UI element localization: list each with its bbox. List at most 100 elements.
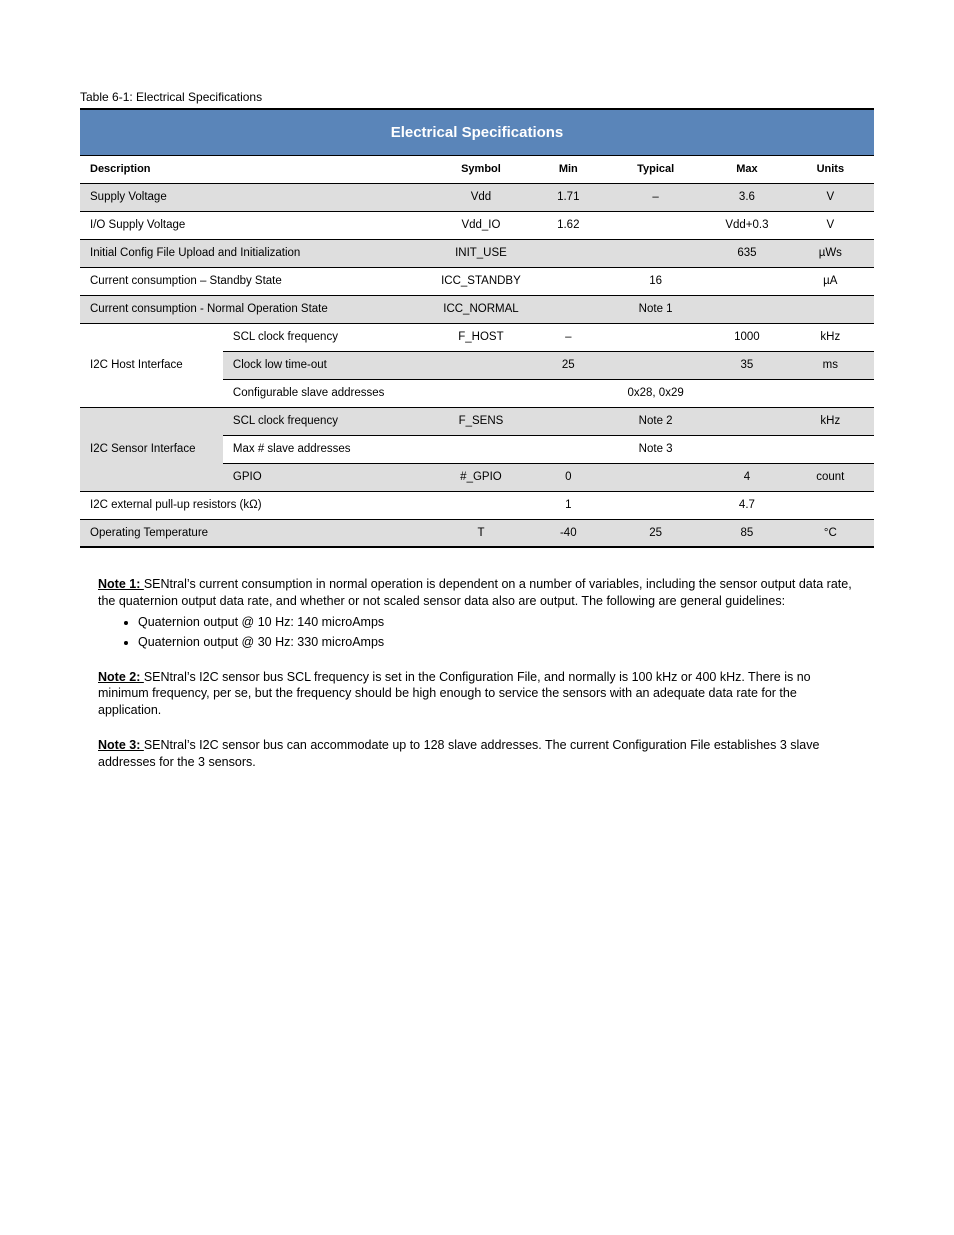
cell: – — [604, 183, 707, 211]
footnote-1-li2: Quaternion output @ 30 Hz: 330 microAmps — [138, 634, 856, 651]
table-row: I2C Host Interface SCL clock frequency F… — [80, 323, 874, 351]
cell — [604, 351, 707, 379]
cell: I2C external pull-up resistors (kΩ) — [80, 491, 429, 519]
cell: 25 — [533, 351, 604, 379]
cell — [533, 435, 604, 463]
footnote-3-lead: Note 3: — [98, 738, 144, 752]
cell — [533, 295, 604, 323]
cell: 3.6 — [707, 183, 786, 211]
cell — [787, 435, 874, 463]
cell: ICC_STANDBY — [429, 267, 532, 295]
cell: kHz — [787, 323, 874, 351]
table-row: Operating Temperature T -40 25 85 °C — [80, 519, 874, 547]
cell: INIT_USE — [429, 239, 532, 267]
cell: 85 — [707, 519, 786, 547]
table-row: Supply Voltage Vdd 1.71 – 3.6 V — [80, 183, 874, 211]
cell — [429, 491, 532, 519]
cell — [787, 379, 874, 407]
footnote-3-body: SENtral’s I2C sensor bus can accommodate… — [98, 738, 819, 769]
cell: SCL clock frequency — [223, 407, 429, 435]
header-description: Description — [80, 155, 429, 183]
table-row: I2C external pull-up resistors (kΩ) 1 4.… — [80, 491, 874, 519]
cell: 0 — [533, 463, 604, 491]
cell — [604, 239, 707, 267]
cell — [604, 463, 707, 491]
header-symbol: Symbol — [429, 155, 532, 183]
cell: 1 — [533, 491, 604, 519]
cell: Supply Voltage — [80, 183, 429, 211]
cell — [429, 379, 532, 407]
cell — [533, 407, 604, 435]
table-banner: Electrical Specifications — [80, 109, 874, 155]
cell — [533, 379, 604, 407]
cell: Configurable slave addresses — [223, 379, 429, 407]
cell — [787, 491, 874, 519]
cell — [787, 295, 874, 323]
table-row: I2C Sensor Interface SCL clock frequency… — [80, 407, 874, 435]
cell: 1000 — [707, 323, 786, 351]
group-sensor-label: I2C Sensor Interface — [80, 407, 223, 491]
cell — [604, 323, 707, 351]
footnote-1-lead: Note 1: — [98, 577, 144, 591]
cell: 4.7 — [707, 491, 786, 519]
cell: -40 — [533, 519, 604, 547]
cell — [707, 379, 786, 407]
cell: GPIO — [223, 463, 429, 491]
cell — [533, 239, 604, 267]
cell: Vdd — [429, 183, 532, 211]
cell: °C — [787, 519, 874, 547]
cell: 4 — [707, 463, 786, 491]
cell: Note 2 — [604, 407, 707, 435]
table-row: I/O Supply Voltage Vdd_IO 1.62 Vdd+0.3 V — [80, 211, 874, 239]
table-row: Current consumption – Standby State ICC_… — [80, 267, 874, 295]
footnote-3: Note 3: SENtral’s I2C sensor bus can acc… — [98, 737, 856, 771]
footnote-2-body: SENtral’s I2C sensor bus SCL frequency i… — [98, 670, 811, 718]
cell — [533, 267, 604, 295]
cell: 1.71 — [533, 183, 604, 211]
footnote-1: Note 1: SENtral’s current consumption in… — [98, 576, 856, 651]
cell: V — [787, 183, 874, 211]
cell: Note 3 — [604, 435, 707, 463]
cell: T — [429, 519, 532, 547]
cell: kHz — [787, 407, 874, 435]
cell: µWs — [787, 239, 874, 267]
cell: F_SENS — [429, 407, 532, 435]
cell — [429, 435, 532, 463]
cell: 25 — [604, 519, 707, 547]
header-units: Units — [787, 155, 874, 183]
header-typical: Typical — [604, 155, 707, 183]
cell: Operating Temperature — [80, 519, 429, 547]
cell: F_HOST — [429, 323, 532, 351]
table-row: Current consumption - Normal Operation S… — [80, 295, 874, 323]
cell: #_GPIO — [429, 463, 532, 491]
cell: Clock low time-out — [223, 351, 429, 379]
cell: 635 — [707, 239, 786, 267]
cell — [604, 491, 707, 519]
cell: V — [787, 211, 874, 239]
cell: Initial Config File Upload and Initializ… — [80, 239, 429, 267]
cell: – — [533, 323, 604, 351]
cell: 16 — [604, 267, 707, 295]
group-host-label: I2C Host Interface — [80, 323, 223, 407]
header-min: Min — [533, 155, 604, 183]
cell: count — [787, 463, 874, 491]
cell: 1.62 — [533, 211, 604, 239]
cell: 35 — [707, 351, 786, 379]
cell: Current consumption - Normal Operation S… — [80, 295, 429, 323]
footnote-2: Note 2: SENtral’s I2C sensor bus SCL fre… — [98, 669, 856, 720]
footnotes-block: Note 1: SENtral’s current consumption in… — [80, 576, 874, 771]
cell — [707, 435, 786, 463]
cell: µA — [787, 267, 874, 295]
cell — [707, 267, 786, 295]
cell: I/O Supply Voltage — [80, 211, 429, 239]
cell: Vdd_IO — [429, 211, 532, 239]
footnote-1-body: SENtral’s current consumption in normal … — [98, 577, 852, 608]
table-caption: Table 6-1: Electrical Specifications — [80, 90, 874, 104]
cell: Vdd+0.3 — [707, 211, 786, 239]
cell: Note 1 — [604, 295, 707, 323]
cell — [604, 211, 707, 239]
cell: ICC_NORMAL — [429, 295, 532, 323]
table-row: Initial Config File Upload and Initializ… — [80, 239, 874, 267]
cell: 0x28, 0x29 — [604, 379, 707, 407]
footnote-2-lead: Note 2: — [98, 670, 144, 684]
